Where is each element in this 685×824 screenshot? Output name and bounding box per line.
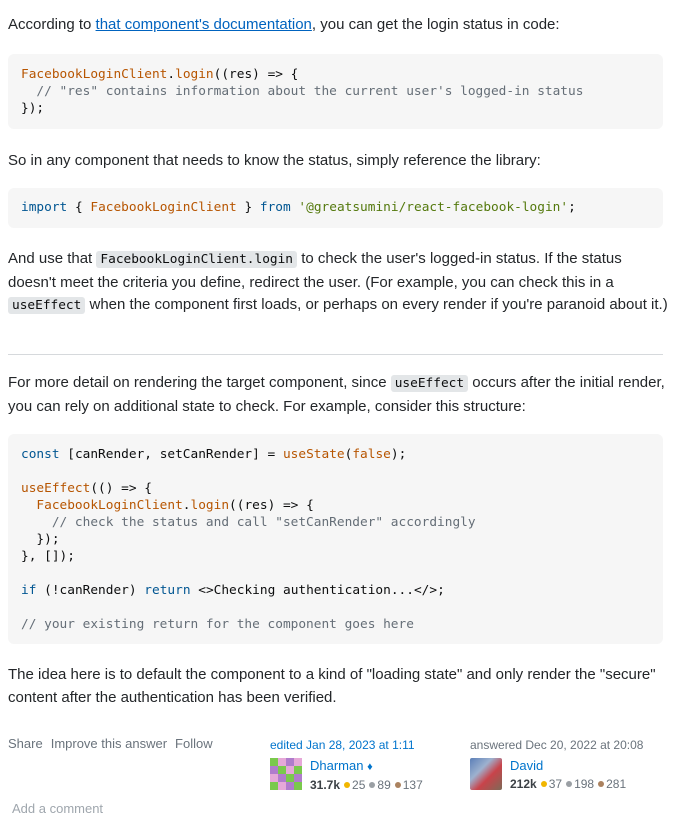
separator — [8, 354, 663, 355]
documentation-link[interactable]: that component's documentation — [96, 16, 312, 33]
code-token: ); — [390, 447, 407, 462]
share-link[interactable]: Share — [8, 736, 43, 751]
intro-text-end: , you can get the login status in code: — [311, 16, 560, 33]
paragraph-usage: And use that FacebookLoginClient.login t… — [8, 248, 668, 318]
code-token: login — [190, 498, 230, 513]
improve-answer-link[interactable]: Improve this answer — [51, 736, 167, 751]
code-block-login: FacebookLoginClient.login((res) => { // … — [8, 54, 663, 129]
code-token: (() => { — [90, 481, 152, 496]
inline-code: useEffect — [390, 375, 469, 392]
text: And use that — [8, 250, 97, 267]
code-token: (!canRender) — [36, 583, 145, 598]
code-comment: // your existing return for the componen… — [21, 617, 414, 632]
code-token: from — [259, 200, 291, 215]
avatar[interactable] — [270, 758, 302, 790]
code-token: login — [175, 67, 214, 82]
code-token: if — [21, 583, 37, 598]
code-token: useState — [282, 447, 345, 462]
gold-badge-icon — [540, 781, 547, 788]
reputation-row: 31.7k 25 89 137 — [310, 777, 423, 793]
code-token: FacebookLoginClient — [90, 200, 237, 215]
paragraph-conclusion: The idea here is to default the componen… — [8, 666, 656, 706]
code-token: { — [67, 200, 91, 215]
intro-paragraph: According to that component's documentat… — [8, 14, 668, 37]
code-token: useEffect — [21, 481, 91, 496]
code-token: } — [236, 200, 260, 215]
user-name-link[interactable]: David — [510, 758, 543, 773]
code-token: false — [352, 447, 391, 462]
diamond-icon: ♦ — [367, 761, 373, 773]
inline-code: FacebookLoginClient.login — [96, 251, 298, 268]
follow-link[interactable]: Follow — [175, 736, 213, 751]
text: For more detail on rendering the target … — [8, 374, 391, 391]
text: when the component first loads, or perha… — [85, 296, 668, 313]
avatar[interactable] — [470, 758, 502, 790]
silver-badge-icon — [566, 781, 573, 788]
code-token: . — [182, 498, 191, 513]
silver-badge-icon — [369, 782, 376, 789]
bronze-badge-icon — [394, 782, 401, 789]
inline-code: useEffect — [8, 297, 86, 314]
bronze-badge-count: 137 — [402, 778, 423, 792]
code-line: }); — [21, 101, 45, 116]
answer-post: According to that component's documentat… — [0, 0, 685, 824]
code-token: FacebookLoginClient — [21, 498, 183, 513]
paragraph-library: So in any component that needs to know t… — [8, 152, 541, 169]
code-token: [canRender, setCanRender] = — [59, 447, 283, 462]
bronze-badge-count: 281 — [606, 777, 627, 791]
gold-badge-count: 25 — [352, 778, 366, 792]
code-line: }, []); — [21, 549, 75, 564]
bronze-badge-icon — [598, 781, 605, 788]
silver-badge-count: 198 — [574, 777, 595, 791]
reputation-row: 212k 37 198 281 — [510, 776, 626, 792]
reputation-score: 212k — [510, 777, 537, 791]
code-line: }); — [21, 532, 60, 547]
code-block-structure: const [canRender, setCanRender] = useSta… — [8, 434, 663, 644]
code-token: FacebookLoginClient — [21, 67, 168, 82]
post-menu: Share Improve this answer Follow — [8, 736, 221, 751]
code-token: . — [167, 67, 176, 82]
code-token: ((res) => { — [229, 498, 314, 513]
author-signature: answered Dec 20, 2022 at 20:08 David 212… — [470, 738, 643, 792]
answered-timestamp: answered Dec 20, 2022 at 20:08 — [470, 738, 644, 752]
code-block-import: import { FacebookLoginClient } from '@gr… — [8, 188, 663, 228]
code-comment: // check the status and call "setCanRend… — [21, 515, 476, 530]
code-token: ; — [568, 200, 576, 215]
silver-badge-count: 89 — [377, 778, 391, 792]
add-comment-link[interactable]: Add a comment — [12, 801, 103, 816]
code-token: import — [21, 200, 68, 215]
code-token: const — [21, 447, 60, 462]
gold-badge-count: 37 — [548, 777, 563, 791]
code-token: return — [144, 583, 191, 598]
gold-badge-icon — [344, 782, 351, 789]
code-string: '@greatsumini/react-facebook-login' — [298, 200, 569, 215]
paragraph-detail: For more detail on rendering the target … — [8, 372, 668, 418]
editor-signature: edited Jan 28, 2023 at 1:11 Dharman ♦ 31… — [270, 738, 423, 793]
code-token: <>Checking authentication...</>; — [190, 583, 445, 598]
user-name-link[interactable]: Dharman — [310, 758, 363, 773]
reputation-score: 31.7k — [310, 778, 341, 792]
intro-text: According to — [8, 16, 96, 33]
code-comment: // "res" contains information about the … — [21, 84, 584, 99]
edited-timestamp-link[interactable]: edited Jan 28, 2023 at 1:11 — [270, 738, 423, 752]
code-token: ((res) => { — [213, 67, 299, 82]
